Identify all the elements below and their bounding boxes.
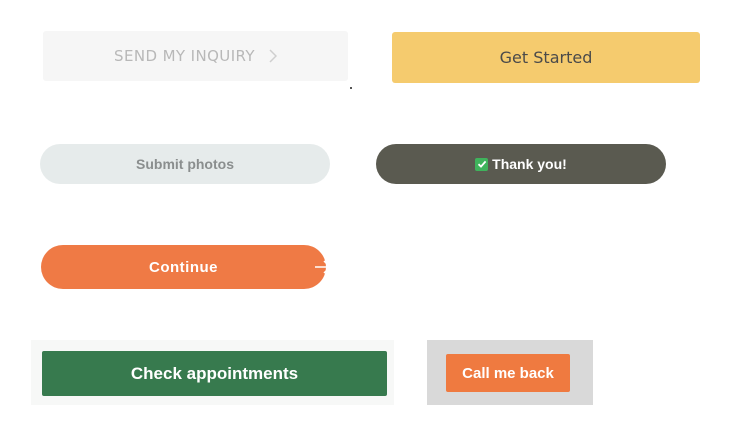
- check-appointments-label: Check appointments: [130, 363, 299, 383]
- get-started-label: Get Started: [499, 48, 593, 67]
- submit-photos-button[interactable]: Submit photos: [40, 144, 330, 184]
- check-appointments-button[interactable]: Check appointments: [42, 351, 387, 396]
- get-started-button[interactable]: Get Started: [392, 32, 700, 83]
- call-me-back-button[interactable]: Call me back: [446, 354, 570, 392]
- check-mark-icon: [475, 157, 489, 171]
- send-inquiry-button[interactable]: SEND MY INQUIRY: [43, 31, 348, 81]
- call-me-back-label: Call me back: [462, 364, 554, 382]
- continue-button[interactable]: Continue: [41, 245, 332, 289]
- thank-you-button[interactable]: Thank you!: [376, 144, 666, 184]
- continue-label: Continue: [149, 258, 218, 276]
- send-inquiry-label: SEND MY INQUIRY: [114, 47, 255, 65]
- arrow-right-icon: [314, 260, 332, 274]
- thank-you-label: Thank you!: [492, 156, 567, 172]
- decorative-dot: [350, 87, 352, 89]
- submit-photos-label: Submit photos: [136, 156, 234, 172]
- chevron-right-icon: [269, 49, 277, 63]
